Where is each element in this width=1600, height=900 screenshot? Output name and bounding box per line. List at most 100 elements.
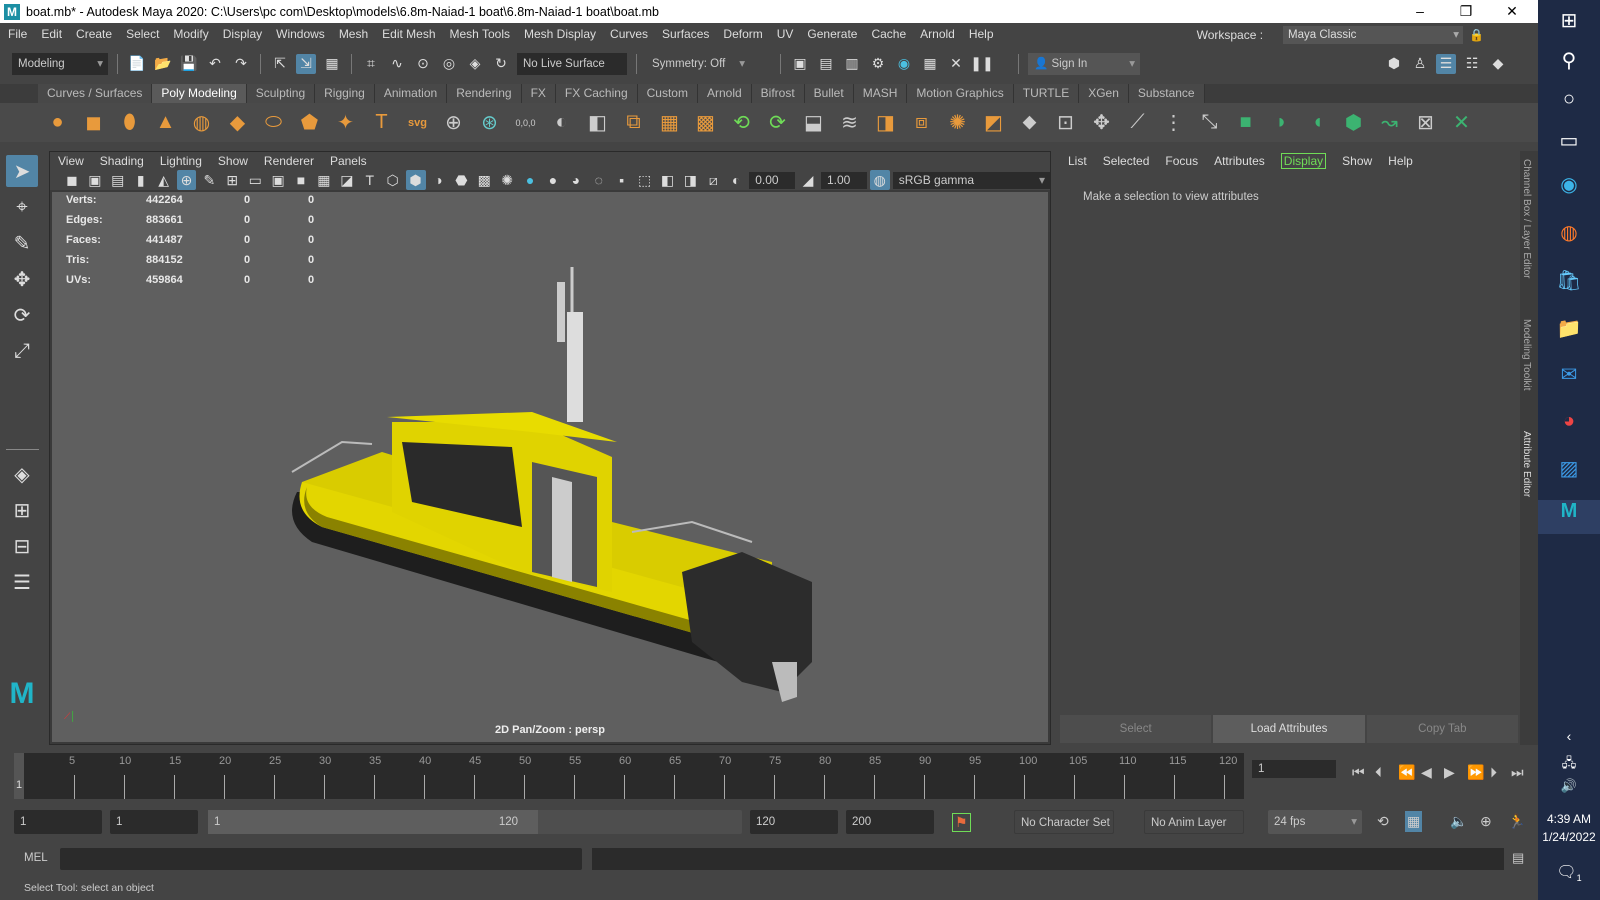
- ipr-render-icon[interactable]: ▥: [842, 54, 862, 74]
- loop-icon[interactable]: ⟲: [1377, 813, 1389, 830]
- menu-windows[interactable]: Windows: [276, 27, 325, 41]
- copy-tab-button[interactable]: Copy Tab: [1366, 715, 1518, 743]
- cortana-icon[interactable]: ○: [1538, 88, 1600, 111]
- step-back-frame-icon[interactable]: ⏪: [1398, 764, 1415, 781]
- smooth-shade-icon[interactable]: ⬢: [405, 170, 426, 190]
- resolution-gate-icon[interactable]: ▣: [268, 170, 288, 190]
- channel-box-icon[interactable]: ◆: [1488, 54, 1508, 74]
- fill-hole-icon[interactable]: ◨: [873, 110, 898, 135]
- xray-components-icon[interactable]: ⧄: [703, 170, 723, 190]
- range-slider-bar[interactable]: 1 120: [208, 810, 538, 834]
- mirror-icon[interactable]: ⧉: [621, 110, 646, 135]
- shelf-tab-arnold[interactable]: Arnold: [697, 84, 752, 103]
- shadows-icon[interactable]: ●: [520, 170, 540, 190]
- shelf-tab-substance[interactable]: Substance: [1128, 84, 1205, 103]
- use-all-lights-icon[interactable]: ✺: [497, 170, 517, 190]
- menu-arnold[interactable]: Arnold: [920, 27, 955, 41]
- center-pivot-icon[interactable]: ⊛: [477, 110, 502, 135]
- menu-select[interactable]: Select: [126, 27, 159, 41]
- ae-menu-selected[interactable]: Selected: [1103, 154, 1150, 168]
- append-icon[interactable]: ≋: [837, 110, 862, 135]
- sign-in-dropdown[interactable]: 👤 Sign In: [1028, 52, 1140, 75]
- shelf-tab-fx-caching[interactable]: FX Caching: [555, 84, 638, 103]
- attribute-editor-toggle-icon[interactable]: ☰: [1436, 53, 1456, 74]
- viewport-menu-panels[interactable]: Panels: [330, 154, 367, 168]
- shelf-tab-motion-graphics[interactable]: Motion Graphics: [907, 84, 1014, 103]
- smooth-icon[interactable]: ▦: [657, 110, 682, 135]
- grid-icon[interactable]: ⊞: [222, 170, 242, 190]
- modeling-toolkit-icon[interactable]: ⬢: [1384, 54, 1404, 74]
- screen-space-ao-icon[interactable]: ●: [543, 170, 563, 190]
- pause-icon[interactable]: ❚❚: [970, 54, 993, 74]
- shelf-tab-bullet[interactable]: Bullet: [804, 84, 854, 103]
- pan-zoom-icon[interactable]: ⊕: [176, 170, 197, 190]
- shelf-tab-xgen[interactable]: XGen: [1079, 84, 1129, 103]
- snap-point-icon[interactable]: ⊙: [413, 54, 433, 74]
- freeze-transform-icon[interactable]: 0,0,0: [513, 110, 538, 135]
- windows-start-icon[interactable]: ⊞: [1538, 8, 1600, 33]
- step-forward-key-icon[interactable]: ⏵: [1490, 764, 1497, 781]
- viewport-menu-renderer[interactable]: Renderer: [264, 154, 314, 168]
- textured-icon[interactable]: ▩: [474, 170, 494, 190]
- connect-icon[interactable]: ⬥: [1017, 110, 1042, 135]
- platonic-solid-icon[interactable]: ⬟: [297, 110, 322, 135]
- slide-edge-icon[interactable]: ✥: [1089, 110, 1114, 135]
- isolate-select-icon[interactable]: ⬚: [635, 170, 655, 190]
- color-management-icon[interactable]: ◍: [869, 170, 890, 190]
- maya-taskbar-icon[interactable]: M: [1538, 500, 1600, 534]
- render-settings-icon[interactable]: ⚙: [868, 54, 888, 74]
- lock-icon[interactable]: 🔒: [1469, 28, 1484, 42]
- firefox-icon[interactable]: ◍: [1538, 220, 1600, 245]
- tool-settings-icon[interactable]: ☷: [1462, 54, 1482, 74]
- outliner-layout-icon[interactable]: ☰: [6, 566, 38, 598]
- redo-icon[interactable]: ↷: [231, 54, 251, 74]
- motion-blur-icon[interactable]: ◕: [566, 170, 586, 190]
- shelf-tab-curves-surfaces[interactable]: Curves / Surfaces: [38, 84, 153, 103]
- xray-icon[interactable]: ◧: [658, 170, 678, 190]
- snap-view-icon[interactable]: ◎: [439, 54, 459, 74]
- hypershade-icon[interactable]: ◉: [894, 54, 914, 74]
- safe-action-icon[interactable]: ◪: [337, 170, 357, 190]
- character-controls-icon[interactable]: ♙: [1410, 54, 1430, 74]
- menu-set-dropdown[interactable]: Modeling: [12, 52, 108, 75]
- combine-icon[interactable]: ◐: [549, 110, 574, 135]
- poly-sphere-icon[interactable]: ●: [45, 110, 70, 135]
- anti-aliasing-icon[interactable]: ◌: [589, 170, 609, 190]
- store-icon[interactable]: 🛍: [1538, 268, 1600, 293]
- time-slider-track[interactable]: 1 5 10 15 20 25 30 35 40 45 50 55 60 65 70 75 80 85 90 95 1…: [14, 753, 1244, 799]
- current-time-marker[interactable]: [14, 753, 24, 799]
- menu-surfaces[interactable]: Surfaces: [662, 27, 709, 41]
- poly-cube-icon[interactable]: ◼: [81, 110, 106, 135]
- ae-menu-display[interactable]: Display: [1280, 153, 1327, 169]
- menu-display[interactable]: Display: [223, 27, 262, 41]
- planar-map-icon[interactable]: ■: [1233, 110, 1258, 135]
- viewport-canvas[interactable]: Verts: 442264 0 0 Edges: 883661 0 0 Faces: 4414…: [50, 190, 1050, 744]
- camera-attributes-icon[interactable]: ▤: [108, 170, 128, 190]
- minimize-button[interactable]: –: [1397, 0, 1443, 23]
- menu-generate[interactable]: Generate: [807, 27, 857, 41]
- measure-icon[interactable]: ⊕: [441, 110, 466, 135]
- quad-draw-icon[interactable]: ⊡: [1053, 110, 1078, 135]
- safe-title-icon[interactable]: T: [360, 170, 380, 190]
- playback-end-field[interactable]: 120: [750, 810, 838, 834]
- workspace-dropdown[interactable]: Maya Classic: [1283, 26, 1464, 44]
- viewport-menu-shading[interactable]: Shading: [100, 154, 144, 168]
- tab-channel-box[interactable]: Channel Box / Layer Editor: [1521, 159, 1532, 279]
- single-perspective-layout-icon[interactable]: ◈: [6, 458, 38, 490]
- menu-file[interactable]: File: [8, 27, 27, 41]
- menu-edit-mesh[interactable]: Edit Mesh: [382, 27, 435, 41]
- four-view-layout-icon[interactable]: ⊞: [6, 494, 38, 526]
- command-input[interactable]: [60, 848, 582, 870]
- move-tool-icon[interactable]: ✥: [6, 263, 38, 295]
- select-tool-icon[interactable]: ➤: [6, 155, 38, 187]
- lasso-tool-icon[interactable]: ⌖: [6, 191, 38, 223]
- svg-tool-icon[interactable]: svg: [405, 110, 430, 135]
- ae-menu-attributes[interactable]: Attributes: [1214, 154, 1265, 168]
- shelf-tab-rigging[interactable]: Rigging: [315, 84, 375, 103]
- gamma-field[interactable]: 1.00: [820, 171, 867, 189]
- wireframe-on-shaded-icon[interactable]: ⬣: [451, 170, 471, 190]
- photos-icon[interactable]: ▨: [1538, 456, 1600, 481]
- live-surface-field[interactable]: No Live Surface: [517, 52, 627, 75]
- poly-disc-icon[interactable]: ⬭: [261, 110, 286, 135]
- time-slider[interactable]: 1 5 10 15 20 25 30 35 40 45 50 55 60 65 70 75 80 85 90 95 1…: [0, 750, 1538, 802]
